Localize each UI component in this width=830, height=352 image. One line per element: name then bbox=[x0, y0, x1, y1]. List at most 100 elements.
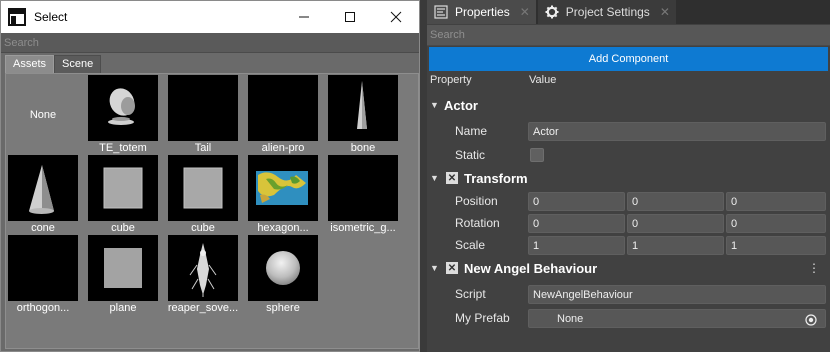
tab-properties-label: Properties bbox=[455, 5, 510, 19]
asset-tail[interactable]: Tail bbox=[168, 75, 238, 155]
asset-cube-2[interactable]: cube bbox=[168, 155, 238, 235]
transform-section-header[interactable]: ▼ ✕ Transform bbox=[427, 167, 830, 189]
script-field[interactable]: NewAngelBehaviour bbox=[528, 284, 826, 304]
minimize-icon bbox=[299, 16, 309, 18]
asset-alien-pro[interactable]: alien-pro bbox=[248, 75, 318, 155]
asset-label: hexagon... bbox=[257, 222, 309, 234]
position-z-field[interactable]: 0 bbox=[726, 191, 826, 211]
select-tabs: Assets Scene bbox=[5, 55, 102, 73]
cube-thumb-icon bbox=[88, 155, 158, 221]
name-field[interactable]: Actor bbox=[528, 121, 826, 141]
scale-label: Scale bbox=[455, 238, 486, 252]
script-row: Script NewAngelBehaviour bbox=[427, 283, 830, 305]
select-window: Select Search Assets Scene None TE_totem… bbox=[0, 0, 420, 352]
ortho-thumb-icon bbox=[8, 235, 78, 301]
tab-project-settings[interactable]: Project Settings ✕ bbox=[537, 0, 676, 24]
gear-icon bbox=[544, 4, 560, 20]
close-icon[interactable]: ✕ bbox=[660, 5, 670, 19]
asset-label: bone bbox=[350, 142, 376, 154]
asset-reaper[interactable]: reaper_sove... bbox=[168, 235, 238, 315]
static-label: Static bbox=[455, 148, 486, 162]
totem-thumb-icon bbox=[88, 75, 158, 141]
collapse-arrow-icon[interactable]: ▼ bbox=[430, 263, 444, 273]
tab-properties[interactable]: Properties ✕ bbox=[427, 0, 536, 24]
dock-tab-bar: Properties ✕ Project Settings ✕ bbox=[427, 0, 830, 24]
empty-thumb-icon bbox=[328, 155, 398, 221]
asset-label: orthogon... bbox=[16, 302, 70, 314]
name-row: Name Actor bbox=[427, 120, 830, 142]
prefab-field[interactable]: None bbox=[528, 308, 826, 328]
remove-component-icon[interactable]: ✕ bbox=[446, 262, 458, 274]
asset-label: plane bbox=[109, 302, 137, 314]
static-checkbox[interactable] bbox=[530, 148, 544, 162]
asset-label: alien-pro bbox=[261, 142, 305, 154]
collapse-arrow-icon[interactable]: ▼ bbox=[430, 100, 444, 110]
asset-search-input[interactable]: Search bbox=[1, 33, 419, 53]
asset-none[interactable]: None bbox=[8, 75, 78, 155]
asset-te-totem[interactable]: TE_totem bbox=[88, 75, 158, 155]
rotation-z-field[interactable]: 0 bbox=[726, 213, 826, 233]
close-icon bbox=[390, 11, 402, 23]
asset-label: None bbox=[29, 109, 57, 121]
asset-plane[interactable]: plane bbox=[88, 235, 158, 315]
static-row: Static bbox=[427, 144, 830, 166]
asset-hexagon[interactable]: hexagon... bbox=[248, 155, 318, 235]
app-window-icon bbox=[8, 8, 26, 26]
add-component-button[interactable]: Add Component bbox=[429, 47, 828, 71]
sphere-thumb-icon bbox=[248, 235, 318, 301]
scale-z-field[interactable]: 1 bbox=[726, 235, 826, 255]
select-window-title: Select bbox=[34, 10, 68, 24]
collapse-arrow-icon[interactable]: ▼ bbox=[430, 173, 444, 183]
asset-label: cube bbox=[191, 222, 215, 234]
asset-label: isometric_g... bbox=[330, 222, 396, 234]
empty-thumb-icon bbox=[168, 75, 238, 141]
tab-project-settings-label: Project Settings bbox=[565, 5, 650, 19]
script-label: Script bbox=[455, 287, 486, 301]
close-button[interactable] bbox=[373, 1, 419, 33]
behaviour-section-title: New Angel Behaviour bbox=[464, 260, 598, 276]
behaviour-section-header[interactable]: ▼ ✕ New Angel Behaviour ⋮ bbox=[427, 257, 830, 279]
close-icon[interactable]: ✕ bbox=[520, 5, 530, 19]
prefab-row: My Prefab None bbox=[427, 307, 830, 329]
reaper-thumb-icon bbox=[168, 235, 238, 301]
position-y-field[interactable]: 0 bbox=[627, 191, 724, 211]
scale-x-field[interactable]: 1 bbox=[528, 235, 625, 255]
asset-label: cube bbox=[111, 222, 135, 234]
empty-thumb-icon bbox=[248, 75, 318, 141]
asset-sphere[interactable]: sphere bbox=[248, 235, 318, 315]
component-menu-icon[interactable]: ⋮ bbox=[808, 261, 820, 275]
scale-y-field[interactable]: 1 bbox=[627, 235, 724, 255]
bone-thumb-icon bbox=[328, 75, 398, 141]
tab-scene[interactable]: Scene bbox=[54, 55, 102, 73]
rotation-label: Rotation bbox=[455, 216, 500, 230]
position-label: Position bbox=[455, 194, 498, 208]
properties-column-header: Property Value bbox=[427, 74, 830, 92]
asset-label: TE_totem bbox=[99, 142, 147, 154]
prefab-label: My Prefab bbox=[455, 311, 510, 325]
name-label: Name bbox=[455, 124, 488, 138]
asset-cube-1[interactable]: cube bbox=[88, 155, 158, 235]
actor-section-header[interactable]: ▼ Actor bbox=[427, 94, 830, 116]
plane-thumb-icon bbox=[88, 235, 158, 301]
asset-grid: None TE_totem Tail alien-pro bone cone c… bbox=[5, 73, 419, 349]
cube-thumb-icon bbox=[168, 155, 238, 221]
asset-isometric[interactable]: isometric_g... bbox=[328, 155, 398, 235]
actor-section-title: Actor bbox=[444, 97, 478, 113]
maximize-icon bbox=[345, 12, 355, 22]
tab-assets[interactable]: Assets bbox=[5, 55, 55, 73]
rotation-x-field[interactable]: 0 bbox=[528, 213, 625, 233]
asset-bone[interactable]: bone bbox=[328, 75, 398, 155]
object-picker-icon[interactable] bbox=[805, 313, 817, 326]
remove-component-icon[interactable]: ✕ bbox=[446, 172, 458, 184]
asset-cone[interactable]: cone bbox=[8, 155, 78, 235]
rotation-y-field[interactable]: 0 bbox=[627, 213, 724, 233]
asset-orthogon[interactable]: orthogon... bbox=[8, 235, 78, 315]
maximize-button[interactable] bbox=[327, 1, 373, 33]
properties-dock: Properties ✕ Project Settings ✕ Search A… bbox=[427, 0, 830, 352]
property-column-label: Property bbox=[430, 74, 472, 86]
position-x-field[interactable]: 0 bbox=[528, 191, 625, 211]
select-window-titlebar[interactable]: Select bbox=[1, 1, 419, 33]
minimize-button[interactable] bbox=[281, 1, 327, 33]
transform-section-title: Transform bbox=[464, 170, 528, 186]
properties-search-input[interactable]: Search bbox=[427, 25, 830, 46]
